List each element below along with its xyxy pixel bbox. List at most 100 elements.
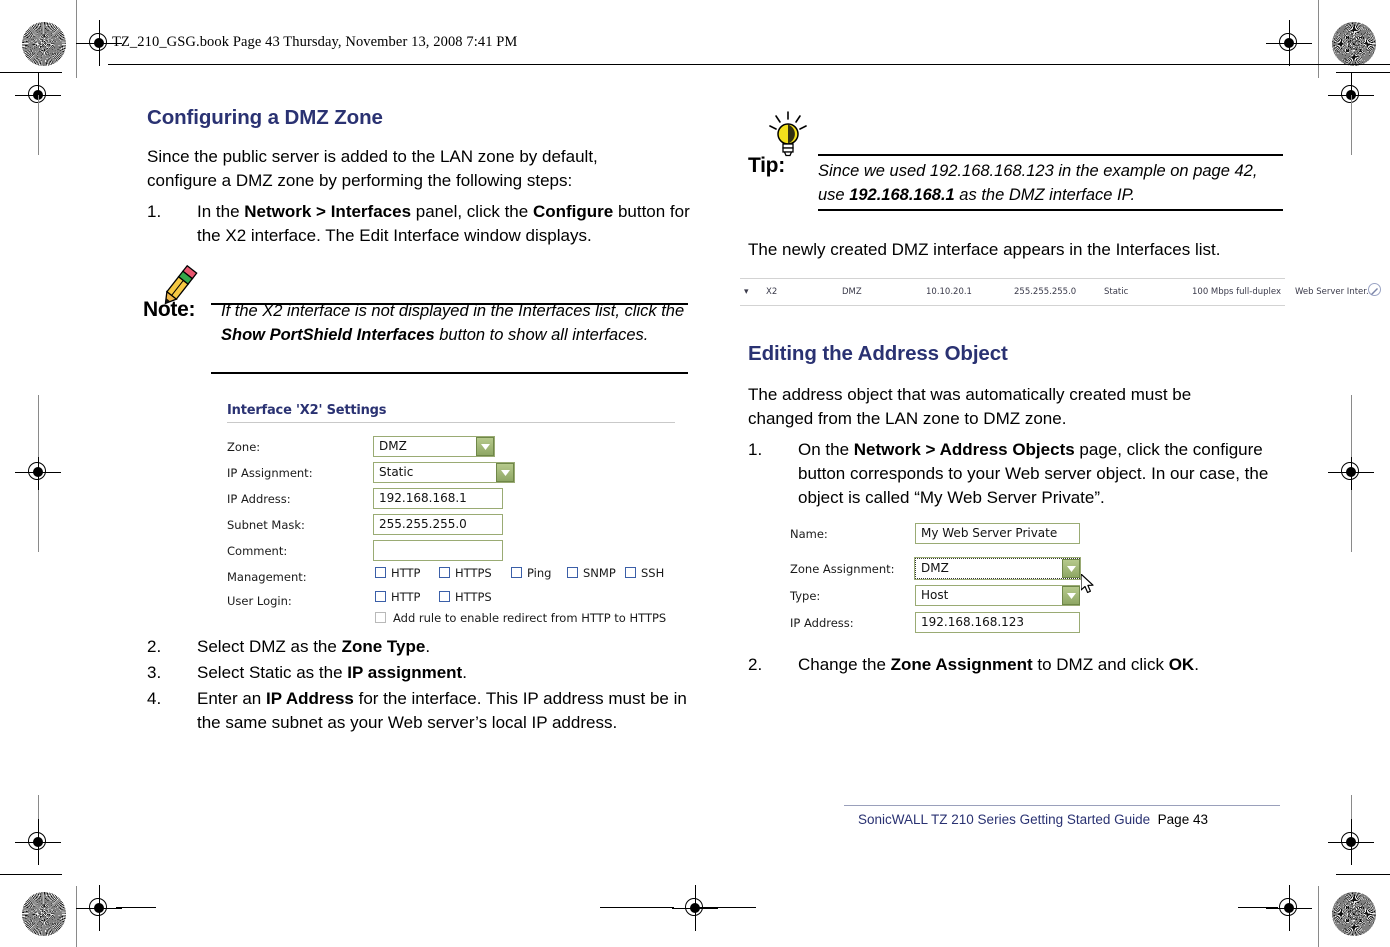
after-tip-text: The newly created DMZ interface appears … (748, 240, 1221, 259)
interface-comment-cell: Web Server Inter... (1295, 287, 1375, 297)
checkbox-label-user-login-https: HTTPS (455, 590, 492, 604)
crop-line (1318, 886, 1319, 947)
checkbox-management-ssh[interactable] (625, 567, 636, 578)
ip-assignment-dropdown-arrow-icon[interactable] (496, 463, 514, 482)
list-item: 2. Select DMZ as the Zone Type. (147, 635, 692, 659)
crop-line (38, 95, 39, 155)
step-text: On the Network > Address Objects page, c… (798, 440, 1269, 507)
ip-address-input[interactable]: 192.168.168.1 (373, 488, 503, 509)
list-item: 4. Enter an IP Address for the interface… (147, 687, 692, 735)
field-label-type: Type: (790, 589, 821, 603)
zone-dropdown-arrow-icon[interactable] (476, 437, 494, 456)
field-label-comment: Comment: (227, 544, 288, 558)
crop-line (76, 0, 77, 78)
crop-line (1351, 395, 1352, 457)
dialog-title: Interface 'X2' Settings (227, 403, 387, 418)
interface-settings-screenshot: Interface 'X2' Settings Zone: DMZ IP Ass… (205, 398, 675, 626)
tip-label: Tip: (748, 154, 785, 177)
list-rule-top (740, 278, 1285, 279)
registration-crosshair-left-middle (15, 449, 61, 495)
note-text: If the X2 interface is not displayed in … (221, 302, 685, 344)
left-steps-2-4: 2. Select DMZ as the Zone Type. 3. Selec… (147, 635, 692, 735)
comment-input[interactable] (373, 540, 503, 561)
page-slug: TZ_210_GSG.book Page 43 Thursday, Novemb… (112, 34, 518, 50)
step-text: Change the Zone Assignment to DMZ and cl… (798, 655, 1199, 674)
crop-line (116, 907, 156, 909)
checkbox-label-management-https: HTTPS (455, 566, 492, 580)
left-intro: Since the public server is added to the … (147, 145, 687, 193)
crop-line (1318, 0, 1319, 78)
registration-crosshair-left-bottom (15, 819, 61, 865)
mouse-cursor-icon (1080, 573, 1097, 601)
checkbox-label-user-login-http: HTTP (391, 590, 421, 604)
interface-assignment-cell: Static (1104, 287, 1129, 297)
right-heading: Editing the Address Object (748, 342, 1008, 365)
checkbox-management-ping[interactable] (511, 567, 522, 578)
note-rule-bottom (211, 372, 688, 375)
footer: SonicWALL TZ 210 Series Getting Started … (858, 812, 1208, 827)
right-step-2: 2. Change the Zone Assignment to DMZ and… (748, 653, 1288, 677)
left-column: Configuring a DMZ Zone (147, 106, 687, 130)
left-intro-line1: Since the public server is added to the … (147, 147, 598, 166)
address-name-input[interactable]: My Web Server Private (915, 523, 1080, 544)
footer-rule (844, 805, 1280, 806)
step-text: Select Static as the IP assignment. (197, 663, 467, 682)
interface-name-cell: X2 (766, 287, 778, 297)
registration-crosshair-right-middle (1328, 449, 1374, 495)
field-label-address-ip: IP Address: (790, 616, 854, 630)
crop-line (0, 874, 62, 876)
ip-assignment-select[interactable]: Static (373, 462, 515, 483)
field-label-zone-assignment: Zone Assignment: (790, 562, 895, 576)
zone-assignment-select[interactable]: DMZ (914, 557, 1081, 580)
subnet-mask-input[interactable]: 255.255.255.0 (373, 514, 503, 535)
checkbox-user-login-https[interactable] (439, 591, 450, 602)
step-number: 2. (748, 655, 763, 674)
checkbox-management-snmp[interactable] (567, 567, 578, 578)
right-step-1: 1. On the Network > Address Objects page… (748, 438, 1288, 510)
crop-line (0, 72, 62, 74)
step-number: 1. (147, 202, 162, 221)
field-label-name: Name: (790, 527, 828, 541)
checkbox-user-login-http[interactable] (375, 591, 386, 602)
field-label-ip-assignment: IP Assignment: (227, 466, 313, 480)
checkbox-label-management-http: HTTP (391, 566, 421, 580)
checkbox-management-https[interactable] (439, 567, 450, 578)
registration-starburst-bottom-left (22, 892, 66, 936)
interface-status-cell: 100 Mbps full-duplex (1192, 287, 1282, 297)
slug-rule (108, 64, 1390, 66)
step-text: In the Network > Interfaces panel, click… (197, 202, 690, 245)
step-number: 3. (147, 663, 162, 682)
address-type-select[interactable]: Host (915, 585, 1080, 606)
interface-subnet-cell: 255.255.255.0 (1014, 287, 1077, 297)
field-label-zone: Zone: (227, 440, 261, 454)
interfaces-list-screenshot: ▾ X2 DMZ 10.10.20.1 255.255.255.0 Static… (740, 278, 1381, 306)
step-text: Enter an IP Address for the interface. T… (197, 689, 687, 732)
checkbox-label-management-ping: Ping (527, 566, 552, 580)
address-type-dropdown-arrow-icon[interactable] (1062, 586, 1080, 605)
right-intro-line2: changed from the LAN zone to DMZ zone. (748, 409, 1067, 428)
checkbox-redirect-http-to-https[interactable] (375, 612, 386, 623)
chevron-down-icon[interactable]: ▾ (744, 287, 749, 297)
step-number: 2. (147, 637, 162, 656)
checkbox-label-redirect-http-to-https: Add rule to enable redirect from HTTP to… (393, 611, 667, 625)
field-label-subnet-mask: Subnet Mask: (227, 518, 305, 532)
note-label: Note: (143, 298, 196, 321)
tip-rule-top (818, 154, 1283, 157)
footer-guide-title: SonicWALL TZ 210 Series Getting Started … (858, 812, 1151, 827)
zone-assignment-dropdown-arrow-icon[interactable] (1062, 559, 1080, 578)
right-intro: The address object that was automaticall… (748, 383, 1288, 431)
checkbox-label-management-ssh: SSH (641, 566, 665, 580)
crop-line (698, 907, 756, 909)
tip-text: Since we used 192.168.168.123 in the exa… (818, 162, 1258, 204)
pencil-edit-icon[interactable] (1368, 283, 1381, 296)
interface-ip-cell: 10.10.20.1 (926, 287, 972, 297)
registration-starburst-bottom-right (1332, 892, 1376, 936)
field-label-ip-address: IP Address: (227, 492, 291, 506)
list-item: 1. In the Network > Interfaces panel, cl… (147, 200, 692, 248)
registration-crosshair-top-left (76, 20, 122, 66)
crop-line (1238, 907, 1278, 909)
step-number: 4. (147, 689, 162, 708)
address-ip-input[interactable]: 192.168.168.123 (915, 612, 1080, 633)
checkbox-management-http[interactable] (375, 567, 386, 578)
list-item: 1. On the Network > Address Objects page… (748, 438, 1288, 510)
